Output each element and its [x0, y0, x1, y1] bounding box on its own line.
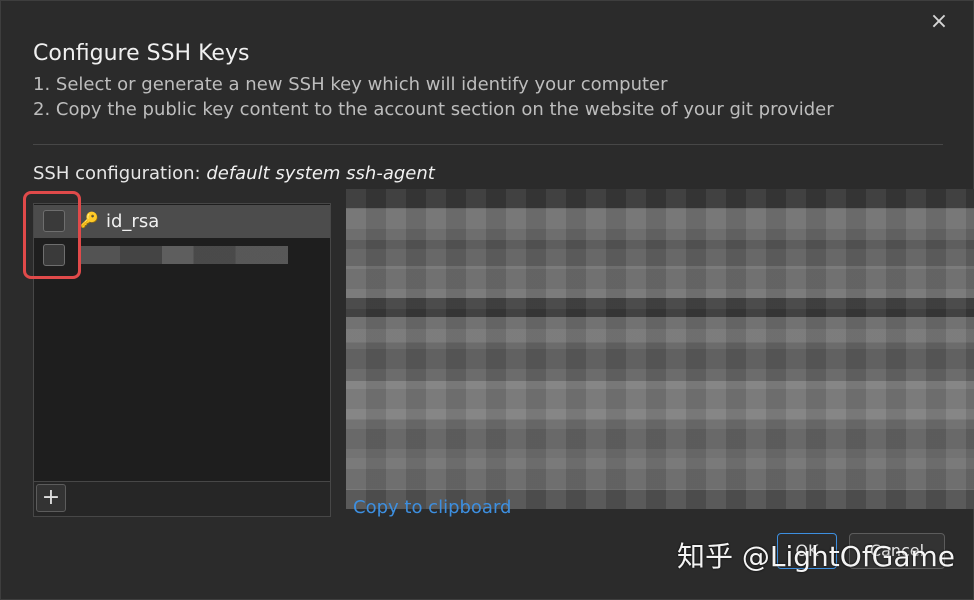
checkbox-highlight-annotation: [23, 191, 81, 279]
divider: [33, 144, 943, 145]
ssh-configuration-label: SSH configuration:: [33, 163, 201, 184]
instruction-step-1: 1. Select or generate a new SSH key whic…: [33, 74, 668, 95]
ssh-keys-dialog: × Configure SSH Keys 1. Select or genera…: [0, 0, 974, 600]
instruction-step-2: 2. Copy the public key content to the ac…: [33, 99, 834, 120]
redacted-key-name: [78, 246, 288, 264]
close-icon[interactable]: ×: [927, 11, 951, 35]
ssh-configuration-value: default system ssh-agent: [206, 163, 435, 184]
dialog-title: Configure SSH Keys: [33, 41, 250, 66]
key-name: id_rsa: [106, 211, 160, 232]
key-icon: 🔑: [80, 211, 99, 229]
copy-to-clipboard-link[interactable]: Copy to clipboard: [353, 497, 511, 518]
key-list-toolbar: +: [34, 481, 330, 516]
ssh-configuration-line: SSH configuration: default system ssh-ag…: [33, 163, 435, 184]
public-key-content-redacted: [346, 189, 974, 509]
add-key-button[interactable]: +: [36, 484, 66, 512]
cancel-button[interactable]: Cancel: [849, 533, 945, 569]
ok-button[interactable]: OK: [777, 533, 837, 569]
